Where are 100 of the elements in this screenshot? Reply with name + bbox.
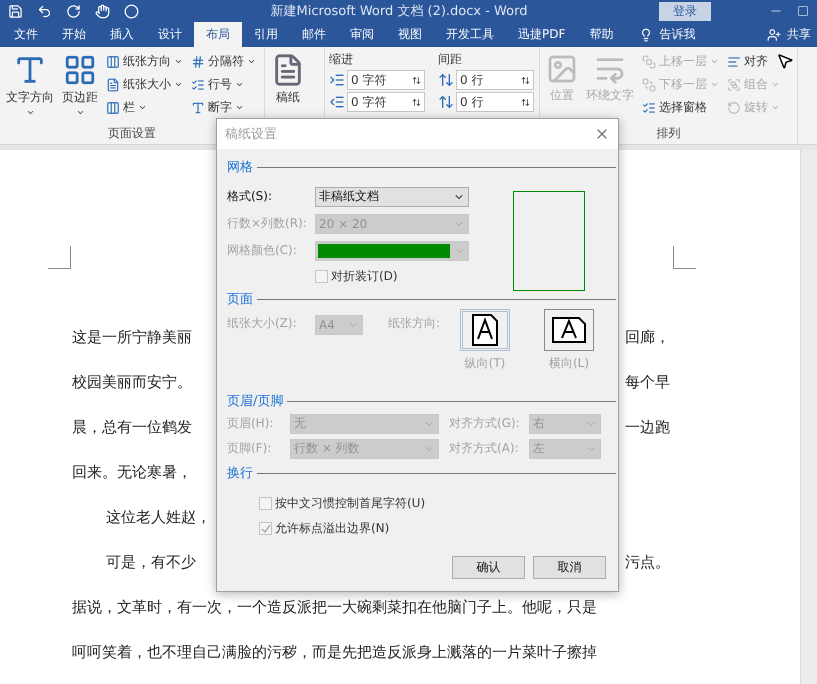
dialog-button[interactable]: 确认 bbox=[452, 556, 525, 579]
ribbon-tab[interactable]: 设计 bbox=[146, 22, 194, 47]
align-icon bbox=[727, 54, 741, 68]
ribbon-button[interactable]: 栏 bbox=[104, 97, 185, 118]
spin-field[interactable]: 0 行 bbox=[456, 70, 534, 90]
ribbon-button[interactable]: 行号 bbox=[189, 74, 258, 95]
ribbon-tab[interactable]: 帮助 bbox=[577, 22, 626, 47]
document-text: 污点。 bbox=[625, 553, 670, 572]
orientation-label: 纵向(T) bbox=[464, 355, 506, 372]
section-heading: 页面 bbox=[227, 291, 253, 308]
check-icon bbox=[260, 524, 270, 534]
ribbon-tab[interactable]: 审阅 bbox=[338, 22, 386, 47]
field-label: 页脚(F): bbox=[227, 440, 272, 457]
group-label: 页面设置 bbox=[108, 125, 156, 142]
spinner-icon[interactable] bbox=[412, 76, 421, 84]
spacing-icon bbox=[438, 72, 454, 88]
mouse-cursor-icon bbox=[776, 52, 794, 70]
ribbon-button[interactable]: 纸张大小 bbox=[104, 74, 185, 95]
section-heading: 页眉/页脚 bbox=[227, 393, 284, 410]
document-text: 呵呵笑着，也不理自己满脸的污秽，而是先把造反派身上溅落的一片菜叶子擦掉 bbox=[72, 643, 597, 662]
orientation-label: 横向(L) bbox=[548, 355, 590, 372]
field-label: 对齐方式(A): bbox=[449, 440, 520, 457]
list-icon bbox=[191, 78, 205, 92]
ribbon-button[interactable]: 选择窗格 bbox=[640, 97, 721, 118]
group-icon bbox=[727, 78, 741, 92]
field-label: 纸张方向: bbox=[388, 315, 442, 332]
share-button[interactable]: 共享 bbox=[761, 22, 817, 47]
ribbon-tab[interactable]: 引用 bbox=[242, 22, 290, 47]
layers-icon bbox=[642, 78, 656, 92]
ribbon-tab[interactable]: 迅捷PDF bbox=[506, 22, 578, 47]
ribbon-tab[interactable]: 邮件 bbox=[290, 22, 338, 47]
spacing-icon bbox=[438, 94, 454, 110]
margin-mark-icon bbox=[673, 246, 696, 269]
ribbon-tab[interactable]: 开始 bbox=[50, 22, 98, 47]
portrait-page-icon bbox=[472, 314, 498, 346]
maximize-icon[interactable] bbox=[797, 5, 809, 17]
document-text: 每个早 bbox=[625, 373, 670, 392]
scrollbar[interactable] bbox=[800, 150, 817, 684]
save-icon[interactable] bbox=[8, 4, 23, 18]
ribbon-tab[interactable]: 插入 bbox=[98, 22, 146, 47]
field-label: 行数×列数(R): bbox=[227, 215, 308, 232]
image-icon bbox=[546, 53, 578, 85]
spinner-icon[interactable] bbox=[412, 98, 421, 106]
checkbox-label: 对折装订(D) bbox=[331, 268, 399, 285]
dialog-title: 稿纸设置 bbox=[225, 126, 277, 143]
sign-in-button[interactable]: 登录 bbox=[659, 2, 711, 20]
document-text: 回来。无论寒暑， bbox=[72, 463, 192, 482]
user-plus-icon bbox=[767, 28, 781, 42]
spin-field[interactable]: 0 行 bbox=[456, 92, 534, 112]
field-label: 页眉(H): bbox=[227, 415, 274, 432]
page-icon bbox=[106, 78, 120, 92]
caret-icon bbox=[26, 108, 34, 117]
outdent-icon bbox=[329, 94, 345, 110]
ribbon-tab[interactable]: 文件 bbox=[2, 22, 50, 47]
ribbon-tab[interactable]: 布局 bbox=[194, 22, 242, 47]
ribbon-tab[interactable]: 开发工具 bbox=[434, 22, 506, 47]
dialog-button[interactable]: 取消 bbox=[533, 556, 606, 579]
tell-me-button[interactable]: 告诉我 bbox=[633, 22, 702, 47]
layers-icon bbox=[642, 54, 656, 68]
redo-icon[interactable] bbox=[66, 4, 81, 18]
columns-icon bbox=[106, 54, 120, 68]
ribbon-button[interactable]: 分隔符 bbox=[189, 51, 258, 72]
caret-icon bbox=[76, 108, 84, 117]
document-text: 据说，文革时，有一次，一个造反派把一大碗剩菜扣在他脑门子上。他呢，只是 bbox=[72, 598, 597, 617]
dropdown-field[interactable]: 非稿纸文档 bbox=[315, 186, 469, 206]
ribbon-button[interactable]: 页边距 bbox=[60, 51, 100, 125]
document-text: 这是一所宁静美丽 bbox=[72, 328, 192, 347]
field-label: 格式(S): bbox=[227, 188, 274, 205]
field-label: 对齐方式(G): bbox=[449, 415, 521, 432]
spin-field[interactable]: 0 字符 bbox=[347, 70, 425, 90]
ribbon-button[interactable]: 文字方向 bbox=[4, 51, 56, 125]
landscape-page-icon bbox=[552, 317, 586, 343]
grid-icon bbox=[63, 53, 97, 87]
document-text: 回廊， bbox=[625, 328, 670, 347]
touch-mode-icon[interactable] bbox=[95, 4, 110, 18]
ribbon-button[interactable]: 纸张方向 bbox=[104, 51, 185, 72]
ribbon-button[interactable]: 断字 bbox=[189, 97, 258, 118]
circle-icon[interactable] bbox=[124, 4, 139, 18]
document-text: 可是，有不少 bbox=[105, 553, 196, 572]
spinner-icon[interactable] bbox=[521, 98, 530, 106]
rotate-icon bbox=[727, 100, 741, 114]
group-label: 排列 bbox=[656, 125, 680, 142]
spin-field[interactable]: 0 字符 bbox=[347, 92, 425, 112]
document-text: 校园美丽而安宁。 bbox=[72, 373, 192, 392]
columns-icon bbox=[106, 100, 120, 114]
field-label: 纸张大小(Z): bbox=[227, 315, 298, 332]
window-title: 新建Microsoft Word 文档 (2).docx - Word bbox=[270, 3, 528, 20]
indent-icon bbox=[329, 72, 345, 88]
margin-mark-icon bbox=[48, 246, 71, 269]
document-text: 一边跑 bbox=[625, 418, 670, 437]
group-label: 间距 bbox=[438, 51, 463, 68]
document-text: 这位老人姓赵， bbox=[105, 508, 211, 527]
hash-icon bbox=[191, 54, 205, 68]
group-label: 缩进 bbox=[329, 51, 354, 68]
document-text: 晨，总有一位鹤发 bbox=[72, 418, 192, 437]
ribbon-tab[interactable]: 视图 bbox=[386, 22, 434, 47]
checkbox-label: 允许标点溢出边界(N) bbox=[275, 520, 390, 537]
spinner-icon[interactable] bbox=[521, 76, 530, 84]
section-heading: 换行 bbox=[227, 465, 253, 482]
undo-icon[interactable] bbox=[37, 4, 52, 18]
